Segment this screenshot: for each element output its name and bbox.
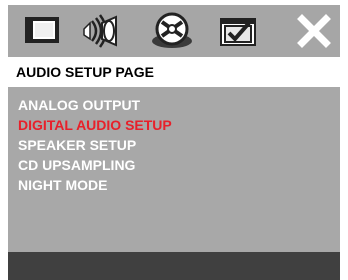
setup-menu-panel: AUDIO SETUP PAGE ANALOG OUTPUT DIGITAL A… xyxy=(8,5,340,280)
menu-item-cd-upsampling[interactable]: CD UPSAMPLING xyxy=(18,155,135,175)
status-bar xyxy=(8,252,340,280)
menu-item-analog-output[interactable]: ANALOG OUTPUT xyxy=(18,95,140,115)
menu-item-night-mode[interactable]: NIGHT MODE xyxy=(18,175,107,195)
page-title: AUDIO SETUP PAGE xyxy=(8,57,340,87)
disc-icon[interactable] xyxy=(146,11,198,51)
preferences-checkbox-icon[interactable] xyxy=(212,11,264,51)
setup-tab-bar xyxy=(8,5,340,57)
audio-setup-menu: ANALOG OUTPUT DIGITAL AUDIO SETUP SPEAKE… xyxy=(8,87,340,252)
tv-screen-icon[interactable] xyxy=(16,11,68,51)
exit-x-icon[interactable] xyxy=(288,11,340,51)
menu-item-speaker-setup[interactable]: SPEAKER SETUP xyxy=(18,135,136,155)
speaker-audio-icon[interactable] xyxy=(76,11,128,51)
menu-item-digital-audio-setup[interactable]: DIGITAL AUDIO SETUP xyxy=(18,115,172,135)
